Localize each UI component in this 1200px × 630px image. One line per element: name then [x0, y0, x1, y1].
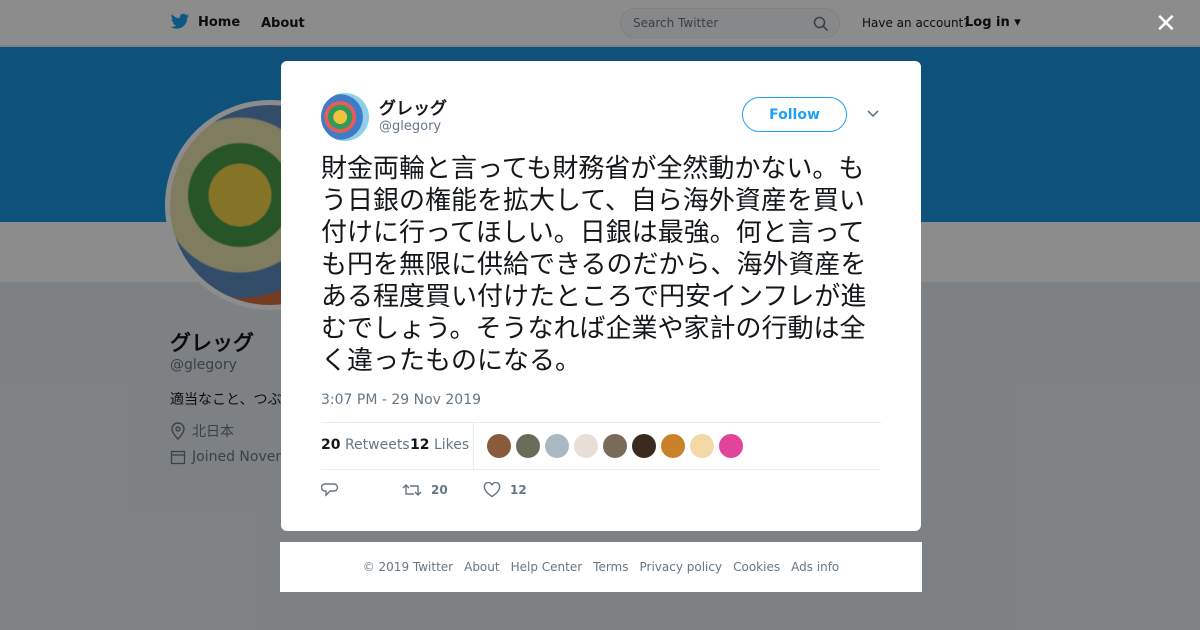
retweets-stat[interactable]: 20 Retweets: [321, 437, 410, 453]
liker-avatar[interactable]: [603, 434, 627, 458]
tweet-actions: 20 12: [321, 482, 881, 502]
likers-list: [487, 434, 743, 458]
tweet-modal: グレッグ @glegory Follow 財金両輪と言っても財務省が全然動かない…: [281, 61, 921, 531]
retweet-count: 20: [431, 483, 448, 497]
author-name[interactable]: グレッグ: [379, 94, 447, 119]
liker-avatar[interactable]: [690, 434, 714, 458]
heart-icon: [483, 482, 501, 498]
follow-button[interactable]: Follow: [742, 97, 847, 132]
author-avatar[interactable]: [321, 93, 369, 141]
stats-divider: [473, 423, 474, 469]
chevron-down-icon[interactable]: [866, 109, 880, 119]
author-handle[interactable]: @glegory: [379, 119, 441, 134]
like-button[interactable]: 12: [483, 482, 527, 498]
tweet-stats: 20 Retweets 12 Likes: [321, 422, 881, 470]
tweet-text: 財金両輪と言っても財務省が全然動かない。もう日銀の権能を拡大して、自ら海外資産を…: [321, 154, 867, 376]
modal-footer: © 2019 Twitter About Help Center Terms Priva…: [280, 542, 922, 592]
liker-avatar[interactable]: [632, 434, 656, 458]
likes-label: Likes: [433, 437, 470, 453]
close-icon[interactable]: ✕: [1155, 11, 1177, 37]
reply-icon: [321, 483, 339, 497]
likes-stat[interactable]: 12 Likes: [410, 437, 469, 453]
retweets-label: Retweets: [344, 437, 410, 453]
footer-link[interactable]: Privacy policy: [640, 560, 723, 574]
liker-avatar[interactable]: [574, 434, 598, 458]
footer-link[interactable]: Help Center: [511, 560, 583, 574]
footer-link: © 2019 Twitter: [362, 560, 454, 574]
liker-avatar[interactable]: [719, 434, 743, 458]
liker-avatar[interactable]: [545, 434, 569, 458]
like-count: 12: [510, 483, 527, 497]
liker-avatar[interactable]: [516, 434, 540, 458]
retweets-count: 20: [321, 437, 341, 453]
footer-link[interactable]: Ads info: [791, 560, 839, 574]
footer-link[interactable]: About: [464, 560, 499, 574]
liker-avatar[interactable]: [661, 434, 685, 458]
reply-button[interactable]: [321, 482, 339, 498]
likes-count: 12: [410, 437, 430, 453]
footer-link[interactable]: Cookies: [733, 560, 780, 574]
liker-avatar[interactable]: [487, 434, 511, 458]
tweet-timestamp[interactable]: 3:07 PM - 29 Nov 2019: [321, 392, 481, 408]
footer-link[interactable]: Terms: [593, 560, 628, 574]
retweet-button[interactable]: 20: [402, 482, 448, 498]
retweet-icon: [402, 484, 422, 496]
